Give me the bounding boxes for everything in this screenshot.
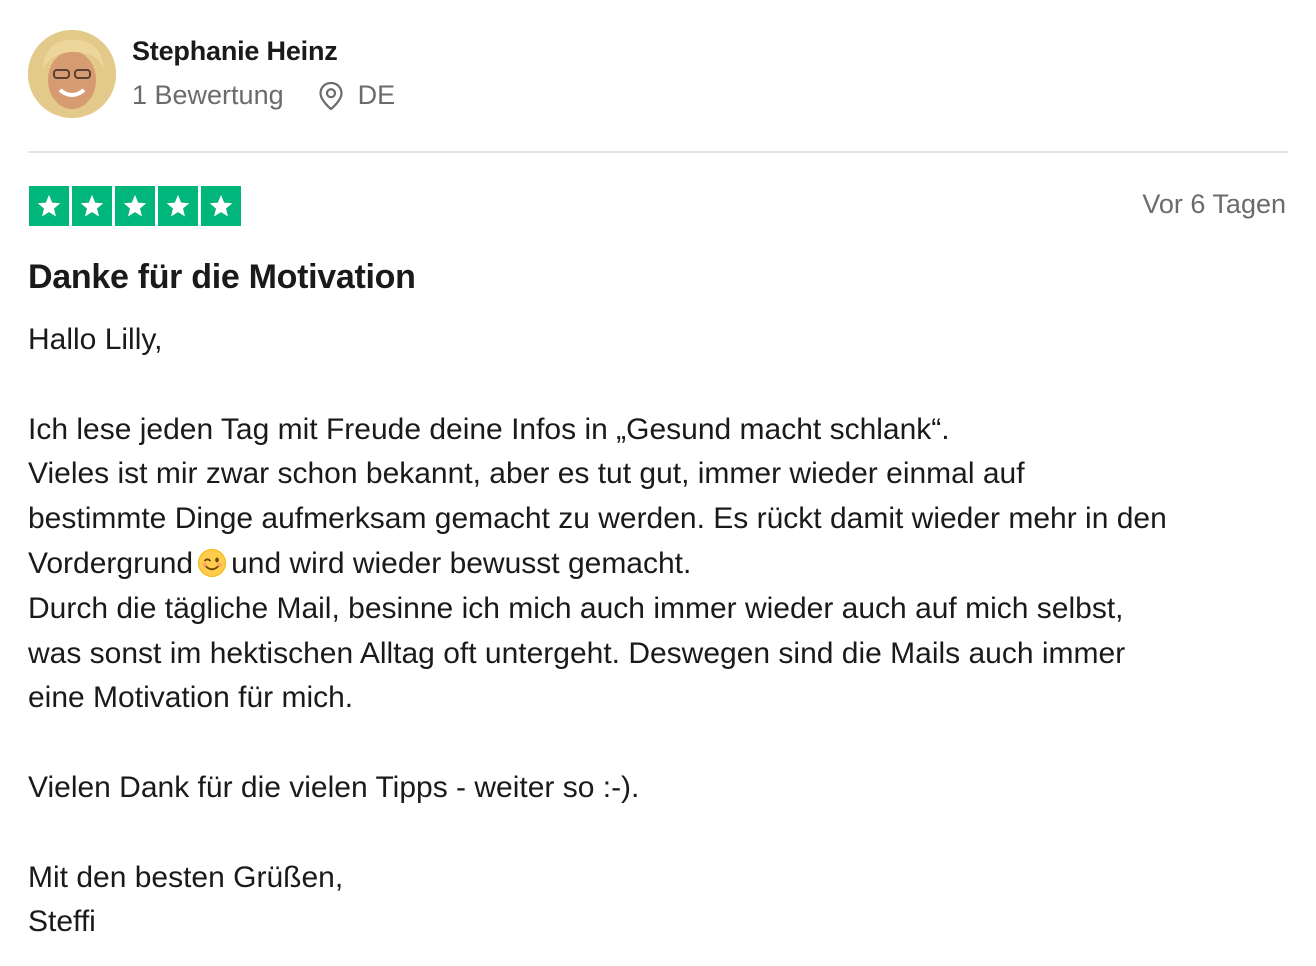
review-text-line: Mit den besten Grüßen, [28,860,344,894]
review-card: Stephanie Heinz 1 Bewertung DE Vor 6 Tag… [0,0,1316,966]
star-icon [29,186,69,226]
review-text-line: Vieles ist mir zwar schon bekannt, aber … [28,457,1025,491]
review-body: Hallo Lilly, Ich lese jeden Tag mit Freu… [28,318,1298,945]
location-pin-icon [318,81,344,111]
star-rating [29,186,241,226]
avatar[interactable] [28,30,116,118]
star-icon [115,186,155,226]
review-text-line: Vordergrund und wird wieder bewusst gemac… [28,542,1298,587]
review-text-line: Hallo Lilly, [28,323,163,356]
review-text-line: Steffi [28,905,96,939]
reviewer-country: DE [357,80,396,110]
star-icon [158,186,198,226]
review-text-segment: und wird wieder bewusst gemacht. [231,546,692,580]
review-date: Vor 6 Tagen [1142,189,1286,219]
winking-face-emoji [197,548,227,578]
review-count: 1 Bewertung [132,80,284,110]
review-text-line: bestimmte Dinge aufmerksam gemacht zu we… [28,502,1167,536]
divider [28,151,1288,153]
star-icon [201,186,241,226]
review-text-line: Vielen Dank für die vielen Tipps - weite… [28,770,640,804]
review-title[interactable]: Danke für die Motivation [28,258,416,297]
review-text-line: Durch die tägliche Mail, besinne ich mic… [28,591,1124,625]
review-text-line: Ich lese jeden Tag mit Freude deine Info… [28,412,950,446]
review-text-segment: Vordergrund [28,546,194,580]
reviewer-name[interactable]: Stephanie Heinz [132,36,338,67]
star-icon [72,186,112,226]
reviewer-meta: 1 Bewertung DE [132,80,395,111]
review-text-line: eine Motivation für mich. [28,681,354,715]
review-text-line: was sonst im hektischen Alltag oft unter… [28,636,1126,670]
